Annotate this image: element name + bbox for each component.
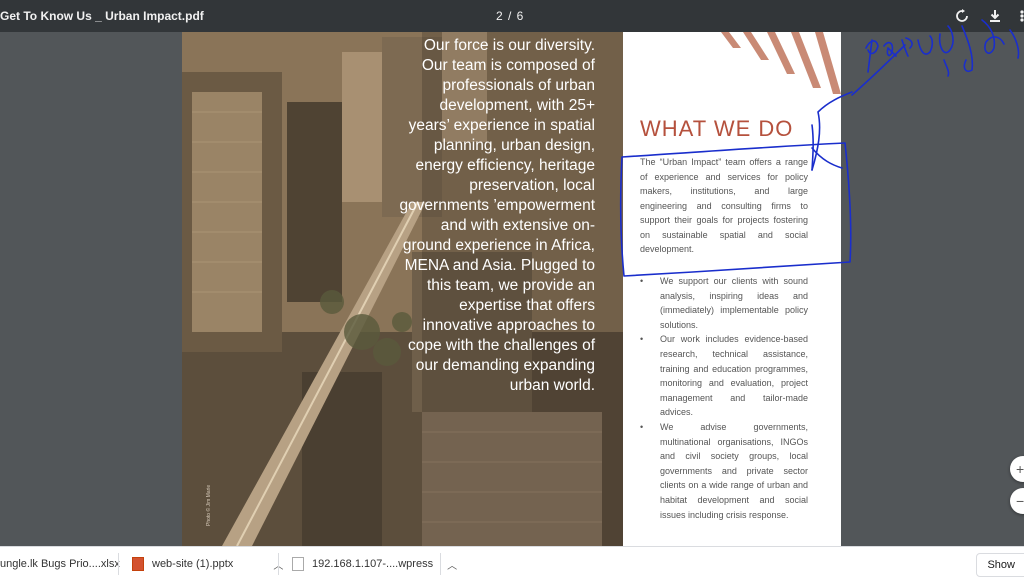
section-heading: WHAT WE DO — [640, 116, 794, 141]
what-we-do-panel: WHAT WE DO The “Urban Impact” team offer… — [623, 32, 841, 546]
download-icon[interactable] — [985, 6, 1005, 26]
team-description-text: Our force is our diversity. Our team is … — [399, 37, 595, 394]
photo-credit: Photo © Jim Marie — [206, 484, 212, 526]
pptx-file-icon — [132, 557, 144, 571]
pdf-toolbar: Get To Know Us _ Urban Impact.pdf 2 / 6 — [0, 0, 1024, 32]
services-list: We support our clients with sound analys… — [640, 274, 808, 522]
page-indicator[interactable]: 2 / 6 — [496, 0, 524, 32]
download-item-label: web-site (1).pptx — [152, 558, 234, 570]
list-item: Our work includes evidence-based researc… — [640, 332, 808, 420]
download-item[interactable]: web-site (1).pptx ︿ — [132, 547, 283, 580]
intro-paragraph: The “Urban Impact” team offers a range o… — [640, 157, 808, 254]
list-item: We support our clients with sound analys… — [640, 274, 808, 332]
chevron-up-icon[interactable]: ︿ — [447, 557, 457, 572]
decorative-stripes — [721, 32, 841, 94]
more-icon[interactable] — [1012, 6, 1024, 26]
zoom-out-icon: − — [1016, 493, 1024, 509]
fit-page-button[interactable]: + — [1010, 456, 1024, 482]
download-item[interactable]: ungle.lk Bugs Prio....xlsx ︿ — [0, 547, 144, 580]
zoom-out-button[interactable]: − — [1010, 488, 1024, 514]
download-item-label: 192.168.1.107-....wpress — [312, 558, 434, 570]
list-item: We advise governments, multinational org… — [640, 420, 808, 522]
zoom-in-icon: + — [1016, 461, 1024, 477]
download-item[interactable]: 192.168.1.107-....wpress ︿ — [292, 547, 457, 580]
file-icon — [292, 557, 304, 571]
download-bar: ungle.lk Bugs Prio....xlsx ︿ web-site (1… — [0, 546, 1024, 580]
city-photo-panel: Our force is our diversity. Our team is … — [182, 32, 623, 546]
rotate-icon[interactable] — [952, 6, 972, 26]
show-all-button[interactable]: Show — [976, 553, 1024, 577]
download-item-label: ungle.lk Bugs Prio....xlsx — [0, 558, 120, 570]
document-title: Get To Know Us _ Urban Impact.pdf — [0, 9, 204, 23]
